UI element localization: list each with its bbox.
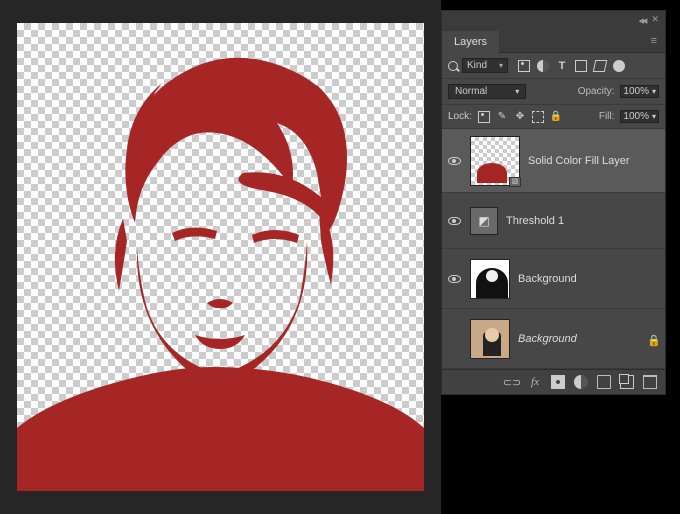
filter-kind-label: Kind [467, 60, 487, 71]
lock-position-icon[interactable]: ✥ [514, 111, 526, 123]
filter-shape-icon[interactable] [575, 60, 587, 72]
fill-input[interactable]: 100% ▾ [620, 110, 659, 123]
layer-row[interactable]: ▧ Solid Color Fill Layer [442, 129, 665, 193]
chevron-down-icon: ▾ [515, 87, 519, 96]
chevron-down-icon: ▾ [652, 87, 656, 96]
fill-value: 100% [623, 111, 649, 122]
panel-tabbar: Layers ≡ [442, 30, 665, 53]
document-canvas[interactable] [17, 23, 424, 491]
link-layers-icon[interactable]: ⊂⊃ [505, 375, 519, 389]
filter-smartobject-icon[interactable] [594, 60, 606, 72]
layers-list: ▧ Solid Color Fill Layer ◩ Threshold 1 B… [442, 129, 665, 369]
filter-kind-select[interactable]: Kind ▾ [462, 58, 508, 73]
canvas-workspace [0, 0, 441, 514]
filter-type-icons: T [518, 60, 625, 72]
lock-artboard-icon[interactable] [532, 111, 544, 123]
filter-adjustment-icon[interactable] [537, 60, 549, 72]
layer-mask-badge: ▧ [509, 177, 521, 187]
threshold-icon: ◩ [478, 214, 489, 228]
layer-row[interactable]: Background 🔒 [442, 309, 665, 369]
layers-panel-footer: ⊂⊃ fx [442, 369, 665, 394]
layer-thumbnail[interactable]: ▧ [470, 136, 520, 186]
new-layer-icon[interactable] [620, 375, 634, 389]
lock-icon: 🔒 [647, 334, 657, 344]
visibility-eye-icon[interactable] [448, 275, 461, 283]
layers-panel: ◂◂ ✕ Layers ≡ Kind ▾ T Normal ▾ Opacity:… [441, 10, 666, 395]
chevron-down-icon: ▾ [652, 112, 656, 121]
panel-collapse-bar: ◂◂ ✕ [442, 11, 665, 30]
new-adjustment-layer-icon[interactable] [574, 375, 588, 389]
opacity-input[interactable]: 100% ▾ [620, 85, 659, 98]
fill-label: Fill: [599, 111, 615, 122]
new-group-icon[interactable] [597, 375, 611, 389]
lock-paint-icon[interactable]: ✎ [496, 111, 508, 123]
collapse-arrows-icon[interactable]: ◂◂ [638, 14, 645, 27]
visibility-eye-icon[interactable] [448, 157, 461, 165]
lock-row: Lock: ✎ ✥ 🔒 Fill: 100% ▾ [442, 105, 665, 129]
chevron-down-icon: ▾ [499, 61, 503, 70]
lock-label: Lock: [448, 111, 472, 122]
layer-filter-row: Kind ▾ T [442, 53, 665, 79]
visibility-eye-icon[interactable] [448, 217, 461, 225]
filter-toggle-dot-icon[interactable] [613, 60, 625, 72]
layer-name-label: Background [518, 273, 661, 285]
opacity-label: Opacity: [578, 86, 615, 97]
blend-mode-row: Normal ▾ Opacity: 100% ▾ [442, 79, 665, 105]
artwork-portrait [17, 23, 424, 491]
filter-pixel-icon[interactable] [518, 60, 530, 72]
close-panel-icon[interactable]: ✕ [651, 14, 659, 27]
blend-mode-select[interactable]: Normal ▾ [448, 84, 526, 99]
layer-row[interactable]: ◩ Threshold 1 [442, 193, 665, 249]
lock-icons-group: ✎ ✥ 🔒 [478, 111, 562, 123]
tab-layers[interactable]: Layers [442, 31, 499, 53]
lock-transparency-icon[interactable] [478, 111, 490, 123]
layer-thumbnail[interactable] [470, 259, 510, 299]
layer-name-label: Solid Color Fill Layer [528, 155, 661, 167]
layer-name-label: Threshold 1 [506, 215, 661, 227]
lock-all-icon[interactable]: 🔒 [550, 111, 562, 123]
panel-menu-icon[interactable]: ≡ [643, 31, 665, 51]
layer-thumbnail[interactable] [470, 319, 510, 359]
add-mask-icon[interactable] [551, 375, 565, 389]
layer-name-label: Background [518, 333, 639, 345]
delete-layer-icon[interactable] [643, 375, 657, 389]
layer-thumbnail[interactable]: ◩ [470, 207, 498, 235]
layer-effects-icon[interactable]: fx [528, 375, 542, 389]
layer-row[interactable]: Background [442, 249, 665, 309]
search-icon [448, 61, 458, 71]
blend-mode-value: Normal [455, 86, 487, 97]
filter-type-icon[interactable]: T [556, 60, 568, 72]
opacity-value: 100% [623, 86, 649, 97]
